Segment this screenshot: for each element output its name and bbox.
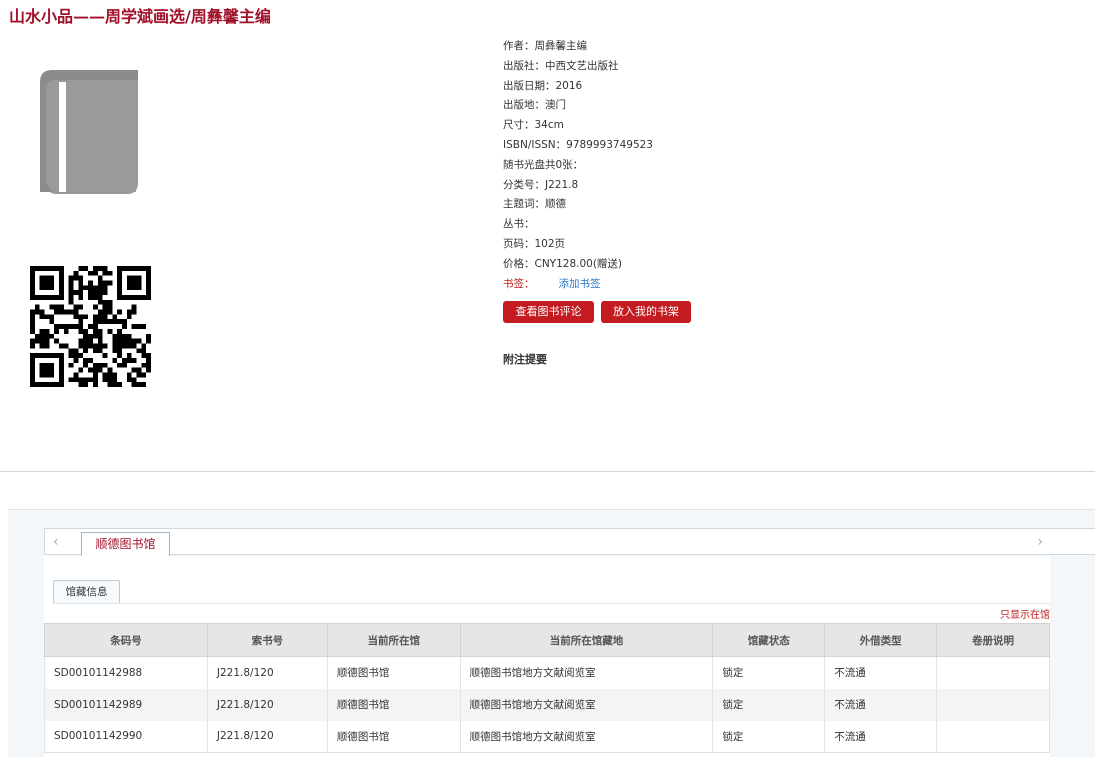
meta-label: 丛书： [503,218,535,231]
meta-label: 主题词： [503,198,545,211]
table-cell: 顺德图书馆地方文献阅览室 [459,688,714,721]
meta-label: 作者： [503,40,535,52]
table-cell: 顺德图书馆地方文献阅览室 [459,720,714,753]
table-cell: 不流通 [824,720,938,753]
meta-row: 价格：CNY128.00(赠送) [503,255,923,275]
table-cell [936,720,1050,753]
column-header: 当前所在馆藏地 [459,623,714,657]
meta-label: 页码： [503,237,535,250]
meta-row: 分类号：J221.8 [503,176,923,196]
column-header: 卷册说明 [936,623,1050,657]
table-cell: 锁定 [712,656,826,689]
meta-value: 周彝馨主编 [534,40,588,52]
meta-row: 尺寸：34cm [503,116,923,136]
table-cell: 锁定 [712,688,826,721]
qr-code-icon [30,266,151,387]
meta-row: 页码：102页 [503,235,923,255]
meta-label: 尺寸： [503,119,535,132]
table-row: SD00101142990 J221.8/120 顺德图书馆 顺德图书馆地方文献阅览室… [44,720,1050,753]
meta-value: 34cm [534,119,564,132]
meta-label: ISBN/ISSN： [503,138,567,151]
column-header: 索书号 [206,623,328,657]
book-metadata: 作者：周彝馨主编 出版社：中西文艺出版社 出版日期：2016 出版地：澳门 尺寸：34c… [503,37,923,294]
table-cell: 顺德图书馆地方文献阅览室 [459,656,714,689]
table-cell: SD00101142989 [44,688,208,721]
tab-holdings-info[interactable]: 馆藏信息 [53,580,120,604]
meta-value: 102页 [534,237,566,250]
table-cell: J221.8/120 [206,688,328,721]
table-cell: J221.8/120 [206,656,328,689]
meta-value: 中西文艺出版社 [545,59,619,72]
view-reviews-button[interactable]: 查看图书评论 [503,301,594,323]
column-header: 馆藏状态 [712,623,826,657]
library-tab-bar: ‹ › [44,528,1095,555]
table-cell: 不流通 [824,688,938,721]
meta-label: 价格： [503,257,535,270]
meta-value: 澳门 [545,99,566,112]
meta-label: 随书光盘共0张： [503,158,584,171]
column-header: 外借类型 [824,623,938,657]
bookmark-row: 书签： 添加书签 [503,275,923,295]
meta-value: 9789993749523 [566,138,653,151]
table-cell: 顺德图书馆 [326,656,461,689]
meta-label: 分类号： [503,178,545,191]
meta-value: CNY128.00(赠送) [534,257,623,270]
table-cell: 顺德图书馆 [326,688,461,721]
holdings-table: 条码号 索书号 当前所在馆 当前所在馆藏地 馆藏状态 外借类型 卷册说明 SD0010114… [44,623,1050,753]
only-show-available-link[interactable]: 只显示在馆 [1000,606,1050,621]
meta-row: 随书光盘共0张： [503,156,923,176]
meta-row: 作者：周彝馨主编 [503,37,923,57]
table-cell: 不流通 [824,656,938,689]
book-icon [40,70,138,194]
chevron-right-icon[interactable]: › [1037,534,1043,550]
meta-row: 主题词：顺德 [503,195,923,215]
chevron-left-icon[interactable]: ‹ [53,534,59,550]
meta-row: 出版日期：2016 [503,77,923,97]
table-cell: SD00101142990 [44,720,208,753]
meta-row: ISBN/ISSN：9789993749523 [503,136,923,156]
table-row: SD00101142988 J221.8/120 顺德图书馆 顺德图书馆地方文献阅览室… [44,656,1050,689]
meta-value: J221.8 [545,178,579,191]
table-cell [936,656,1050,689]
meta-value: 2016 [555,79,583,92]
meta-label: 出版日期： [503,79,556,92]
add-bookmark-link[interactable]: 添加书签 [559,278,601,290]
table-cell: 顺德图书馆 [326,720,461,753]
table-cell [936,688,1050,721]
bookmark-label: 书签： [503,277,535,290]
table-cell: SD00101142988 [44,656,208,689]
tab-library[interactable]: 顺德图书馆 [81,532,170,556]
column-header: 当前所在馆 [326,623,461,657]
divider [0,471,1095,472]
meta-label: 出版社： [503,59,545,72]
table-cell: 锁定 [712,720,826,753]
meta-row: 出版地：澳门 [503,96,923,116]
table-header-row: 条码号 索书号 当前所在馆 当前所在馆藏地 馆藏状态 外借类型 卷册说明 [44,623,1050,657]
table-cell: J221.8/120 [206,720,328,753]
meta-row: 出版社：中西文艺出版社 [503,57,923,77]
column-header: 条码号 [44,623,208,657]
add-to-shelf-button[interactable]: 放入我的书架 [601,301,691,323]
notes-heading: 附注提要 [503,353,547,366]
subtab-divider [53,603,1050,604]
table-row: SD00101142989 J221.8/120 顺德图书馆 顺德图书馆地方文献阅览室… [44,688,1050,721]
book-title: 山水小品——周学斌画选/周彝馨主编 [9,7,271,26]
meta-row: 丛书： [503,215,923,235]
meta-label: 出版地： [503,99,545,112]
meta-value: 顺德 [545,198,566,211]
